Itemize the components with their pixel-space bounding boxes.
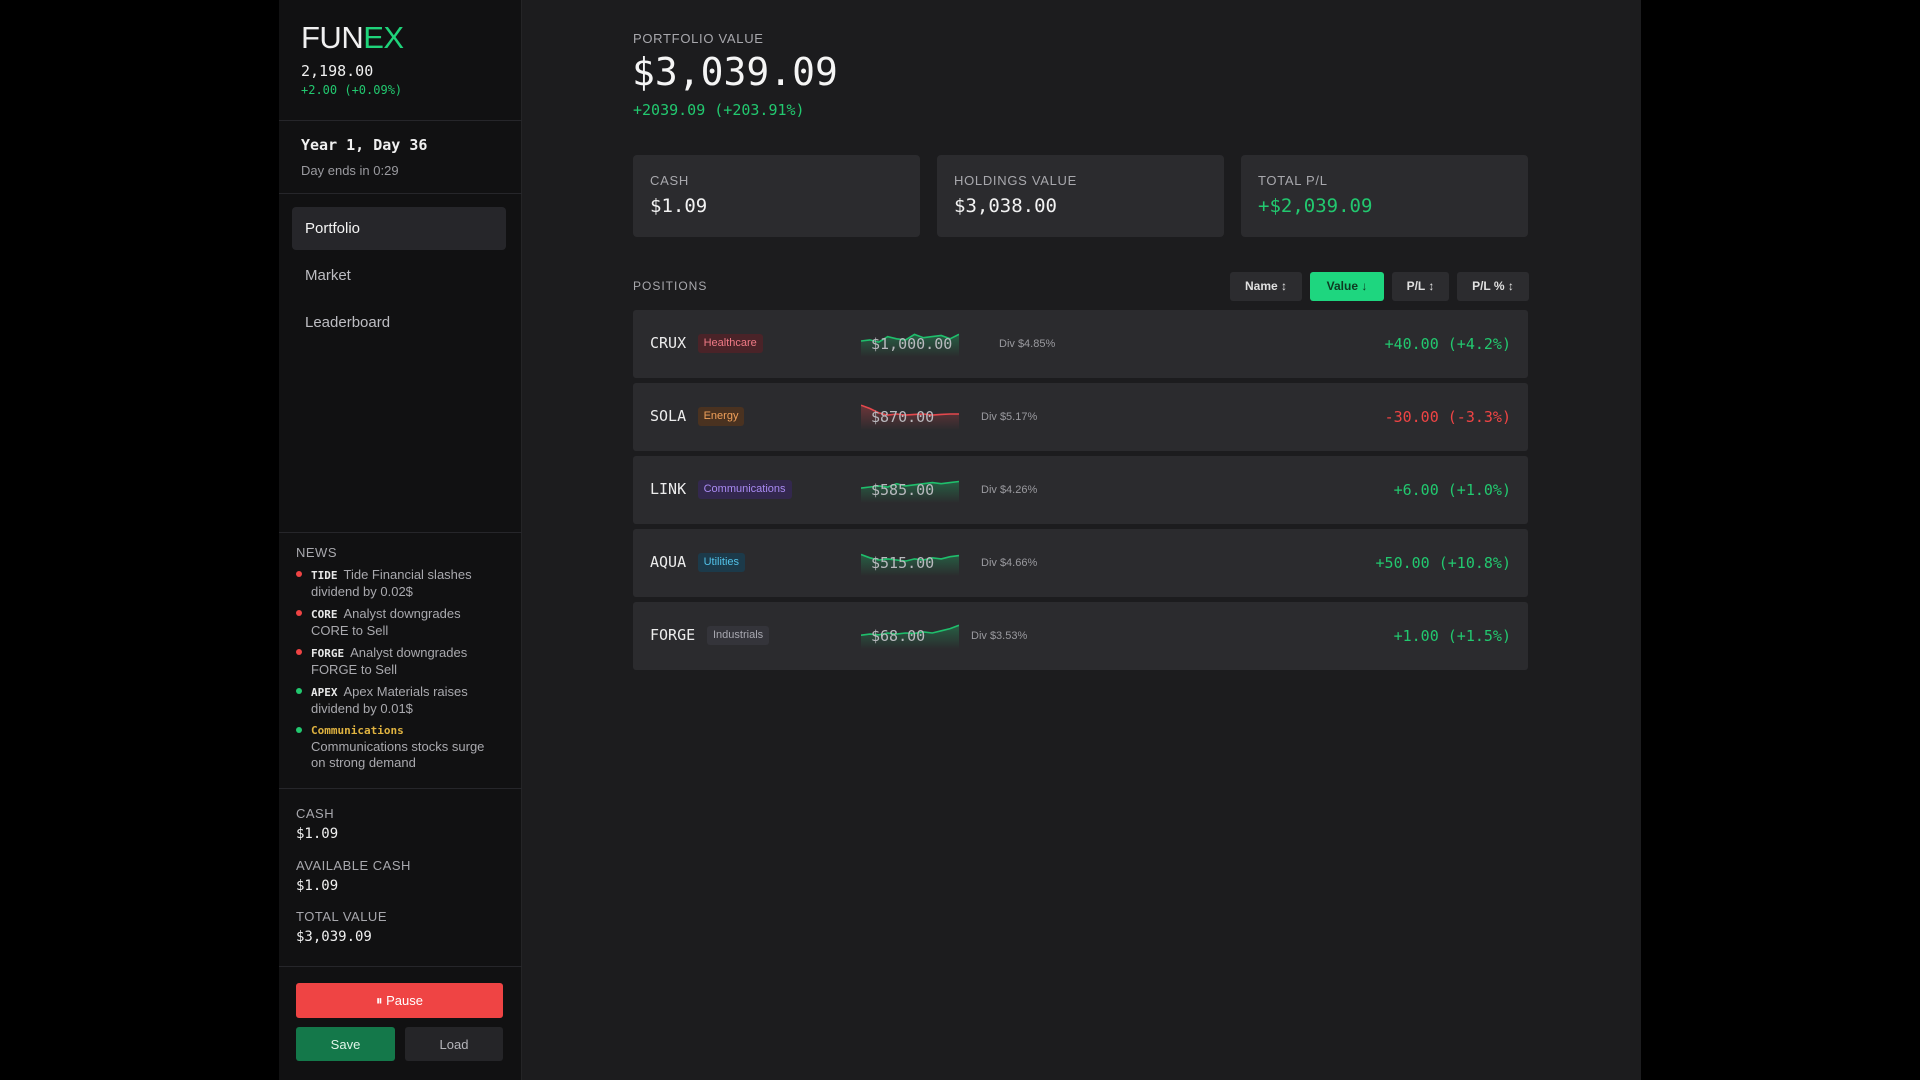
sort-button-pl[interactable]: P/L ↕ xyxy=(1392,272,1449,301)
card-value: +$2,039.09 xyxy=(1258,195,1373,217)
save-button[interactable]: Save xyxy=(296,1027,395,1061)
news-dot-icon xyxy=(296,649,302,655)
load-button[interactable]: Load xyxy=(405,1027,503,1061)
position-row-aqua[interactable]: AQUA Utilities $515.00 Div $4.66% +50.00 (+1… xyxy=(633,529,1528,597)
sector-badge: Healthcare xyxy=(697,334,763,353)
portfolio-value: $3,039.09 xyxy=(632,50,838,94)
news-body: APEX Apex Materials raises dividend by 0.… xyxy=(311,684,501,717)
position-row-forge[interactable]: FORGE Industrials $68.00 Div $3.53% +1.00 (+… xyxy=(633,602,1528,670)
app-window: FUNEX 2,198.00 +2.00 (+0.09%) Year 1, Da… xyxy=(279,0,1641,1080)
nav-item-leaderboard[interactable]: Leaderboard xyxy=(292,301,506,344)
sort-button-value[interactable]: Value ↓ xyxy=(1310,272,1384,301)
portfolio-value-label: PORTFOLIO VALUE xyxy=(633,31,764,46)
sidebar-cash-value: $1.09 xyxy=(296,826,339,842)
position-dividend: Div $3.53% xyxy=(971,630,1028,642)
sort-button-name[interactable]: Name ↕ xyxy=(1230,272,1302,301)
news-dot-icon xyxy=(296,610,302,616)
sidebar-total-value-label: TOTAL VALUE xyxy=(296,909,387,924)
news-dot-icon xyxy=(296,571,302,577)
summary-card-holdings-value: HOLDINGS VALUE $3,038.00 xyxy=(937,155,1224,237)
news-item: TIDE Tide Financial slashes dividend by 0… xyxy=(296,567,501,600)
position-pl: +40.00 (+4.2%) xyxy=(1384,335,1511,353)
sidebar-divider xyxy=(279,193,522,194)
news-ticker: TIDE xyxy=(311,569,338,582)
news-item: APEX Apex Materials raises dividend by 0.… xyxy=(296,684,501,717)
news-item: CORE Analyst downgrades CORE to Sell xyxy=(296,606,501,639)
position-pl: +6.00 (+1.0%) xyxy=(1393,481,1511,499)
position-value: $870.00 xyxy=(871,408,935,426)
nav-item-portfolio[interactable]: Portfolio xyxy=(292,207,506,250)
position-dividend: Div $4.26% xyxy=(981,484,1038,496)
sidebar-divider xyxy=(279,120,522,121)
sector-badge: Energy xyxy=(697,407,745,426)
position-row-sola[interactable]: SOLA Energy $870.00 Div $5.17% -30.00 (-3.3%… xyxy=(633,383,1528,451)
main-content: PORTFOLIO VALUE $3,039.09 +2039.09 (+203… xyxy=(522,0,1641,1080)
card-label: HOLDINGS VALUE xyxy=(954,173,1077,188)
news-text: Communications stocks surge on strong de… xyxy=(311,739,485,770)
sector-badge: Utilities xyxy=(697,553,746,572)
news-title: NEWS xyxy=(296,545,337,560)
sidebar-cash-label: CASH xyxy=(296,806,335,821)
position-value: $585.00 xyxy=(871,481,935,499)
news-item: FORGE Analyst downgrades FORGE to Sell xyxy=(296,645,501,678)
summary-card-total-p-l: TOTAL P/L +$2,039.09 xyxy=(1241,155,1528,237)
news-body: FORGE Analyst downgrades FORGE to Sell xyxy=(311,645,501,678)
news-body: TIDE Tide Financial slashes dividend by 0… xyxy=(311,567,501,600)
sector-badge: Communications xyxy=(697,480,792,499)
pause-button[interactable]: ⏸ Pause xyxy=(296,983,503,1018)
sidebar-available-cash-label: AVAILABLE CASH xyxy=(296,858,411,873)
news-ticker: CORE xyxy=(311,608,338,621)
card-label: TOTAL P/L xyxy=(1258,173,1328,188)
sidebar-divider xyxy=(279,966,522,967)
logo-ex: EX xyxy=(363,20,404,55)
position-ticker: CRUX xyxy=(650,334,687,352)
position-value: $68.00 xyxy=(871,627,926,645)
position-value: $515.00 xyxy=(871,554,935,572)
sidebar-total-value: $3,039.09 xyxy=(296,929,372,945)
position-ticker: AQUA xyxy=(650,553,687,571)
sidebar: FUNEX 2,198.00 +2.00 (+0.09%) Year 1, Da… xyxy=(279,0,522,1080)
index-change: +2.00 (+0.09%) xyxy=(301,83,403,97)
sidebar-available-cash-value: $1.09 xyxy=(296,878,339,894)
position-pl: +50.00 (+10.8%) xyxy=(1375,554,1511,572)
sidebar-divider xyxy=(279,788,522,789)
position-ticker: SOLA xyxy=(650,407,687,425)
nav-item-market[interactable]: Market xyxy=(292,254,506,297)
news-body: CORE Analyst downgrades CORE to Sell xyxy=(311,606,501,639)
logo: FUNEX xyxy=(301,20,404,56)
position-pl: +1.00 (+1.5%) xyxy=(1393,627,1511,645)
position-dividend: Div $5.17% xyxy=(981,411,1038,423)
sort-button-pl-percent[interactable]: P/L % ↕ xyxy=(1457,272,1529,301)
day-ends-text: Day ends in 0:29 xyxy=(301,163,399,178)
summary-card-cash: CASH $1.09 xyxy=(633,155,920,237)
position-ticker: FORGE xyxy=(650,626,696,644)
position-ticker: LINK xyxy=(650,480,687,498)
day-label: Year 1, Day 36 xyxy=(301,136,428,154)
news-dot-icon xyxy=(296,688,302,694)
card-label: CASH xyxy=(650,173,689,188)
position-dividend: Div $4.85% xyxy=(999,338,1056,350)
portfolio-change: +2039.09 (+203.91%) xyxy=(633,101,805,119)
position-pl: -30.00 (-3.3%) xyxy=(1384,408,1511,426)
card-value: $3,038.00 xyxy=(954,195,1057,217)
position-row-crux[interactable]: CRUX Healthcare $1,000.00 Div $4.85% +40.00 … xyxy=(633,310,1528,378)
news-body: Communications Communications stocks surg… xyxy=(311,723,501,771)
news-item: Communications Communications stocks surg… xyxy=(296,723,501,771)
position-value: $1,000.00 xyxy=(871,335,953,353)
news-ticker: APEX xyxy=(311,686,338,699)
position-dividend: Div $4.66% xyxy=(981,557,1038,569)
news-ticker: FORGE xyxy=(311,647,345,660)
index-value: 2,198.00 xyxy=(301,62,374,80)
logo-fun: FUN xyxy=(301,20,364,55)
news-ticker: Communications xyxy=(311,724,404,737)
news-dot-icon xyxy=(296,727,302,733)
sidebar-divider xyxy=(279,532,522,533)
sector-badge: Industrials xyxy=(707,626,770,645)
position-row-link[interactable]: LINK Communications $585.00 Div $4.26% +6.00… xyxy=(633,456,1528,524)
positions-label: POSITIONS xyxy=(633,279,708,293)
card-value: $1.09 xyxy=(650,195,708,217)
